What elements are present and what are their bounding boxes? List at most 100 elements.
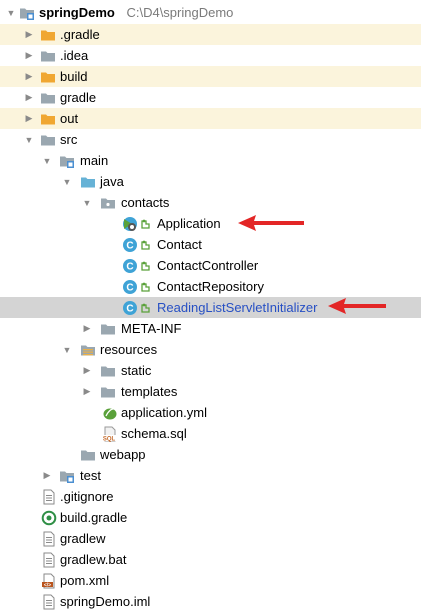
tree-row-gradlew-bat[interactable]: gradlew.bat [0, 549, 421, 570]
tree-row-test-dir[interactable]: ▶ test [0, 465, 421, 486]
folder-icon [80, 447, 96, 463]
tree-row-app-yml[interactable]: application.yml [0, 402, 421, 423]
project-path: C:\D4\springDemo [126, 5, 234, 20]
tree-label: static [121, 363, 152, 378]
java-class-icon [122, 279, 138, 295]
spring-boot-class-icon [122, 216, 138, 232]
chevron-right-icon[interactable]: ▶ [40, 465, 54, 486]
annotation-arrow-initializer [328, 298, 386, 314]
java-class-icon [122, 237, 138, 253]
tree-label: templates [121, 384, 178, 399]
tree-label: schema.sql [121, 426, 187, 441]
project-name: springDemo [39, 5, 115, 20]
folder-icon [100, 363, 116, 379]
text-file-icon [41, 552, 57, 568]
folder-icon [40, 27, 56, 43]
tree-label: .idea [60, 48, 89, 63]
tree-row-java-dir[interactable]: ▼ java [0, 171, 421, 192]
tree-row-repository-class[interactable]: ContactRepository [0, 276, 421, 297]
tree-row-src-dir[interactable]: ▼ src [0, 129, 421, 150]
tree-label: pom.xml [60, 573, 110, 588]
tree-label: contacts [121, 195, 170, 210]
tree-label: resources [100, 342, 158, 357]
tree-row-main-dir[interactable]: ▼ main [0, 150, 421, 171]
tree-label: java [100, 174, 124, 189]
chevron-down-icon[interactable]: ▼ [4, 2, 18, 23]
chevron-right-icon[interactable]: ▶ [80, 381, 94, 402]
tree-row-pom-xml[interactable]: pom.xml [0, 570, 421, 591]
maven-file-icon [41, 573, 57, 589]
resource-folder-icon [80, 342, 96, 358]
folder-icon [40, 90, 56, 106]
module-folder-icon [19, 5, 35, 21]
tree-row-out-dir[interactable]: ▶ out [0, 108, 421, 129]
folder-icon [40, 48, 56, 64]
tree-row-iml[interactable]: springDemo.iml [0, 591, 421, 612]
tree-row-project[interactable]: ▼ springDemo C:\D4\springDemo [0, 2, 421, 23]
tree-label: test [80, 468, 101, 483]
chevron-down-icon[interactable]: ▼ [60, 171, 74, 192]
tree-row-gradle-dir[interactable]: ▶ .gradle [0, 24, 421, 45]
chevron-down-icon[interactable]: ▼ [40, 150, 54, 171]
tree-label: out [60, 111, 79, 126]
folder-icon [100, 321, 116, 337]
tree-row-resources-dir[interactable]: ▼ resources [0, 339, 421, 360]
chevron-right-icon[interactable]: ▶ [22, 87, 36, 108]
tree-row-contacts-pkg[interactable]: ▼ contacts [0, 192, 421, 213]
project-tree: ▼ springDemo C:\D4\springDemo ▶ .gradle … [0, 0, 421, 615]
tree-label: build [60, 69, 88, 84]
tree-row-controller-class[interactable]: ContactController [0, 255, 421, 276]
tree-row-application-class[interactable]: Application [0, 213, 421, 234]
spring-bean-badge-icon [141, 281, 151, 292]
spring-bean-badge-icon [141, 218, 151, 229]
tree-label: .gitignore [60, 489, 114, 504]
java-class-icon [122, 258, 138, 274]
tree-label: webapp [100, 447, 146, 462]
chevron-right-icon[interactable]: ▶ [22, 108, 36, 129]
module-folder-icon [59, 468, 75, 484]
chevron-right-icon[interactable]: ▶ [80, 360, 94, 381]
tree-row-gitignore[interactable]: .gitignore [0, 486, 421, 507]
tree-label: ContactController [157, 258, 259, 273]
chevron-down-icon[interactable]: ▼ [22, 129, 36, 150]
text-file-icon [41, 489, 57, 505]
chevron-down-icon[interactable]: ▼ [80, 192, 94, 213]
tree-label: gradle [60, 90, 97, 105]
tree-row-webapp-dir[interactable]: webapp [0, 444, 421, 465]
tree-label: ContactRepository [157, 279, 264, 294]
chevron-right-icon[interactable]: ▶ [80, 318, 94, 339]
tree-label: application.yml [121, 405, 207, 420]
tree-row-build-gradle[interactable]: build.gradle [0, 507, 421, 528]
tree-row-schema-sql[interactable]: schema.sql [0, 423, 421, 444]
chevron-right-icon[interactable]: ▶ [22, 45, 36, 66]
folder-icon [100, 384, 116, 400]
tree-row-idea-dir[interactable]: ▶ .idea [0, 45, 421, 66]
tree-label: src [60, 132, 78, 147]
text-file-icon [41, 594, 57, 610]
spring-bean-badge-icon [141, 260, 151, 271]
spring-bean-badge-icon [141, 239, 151, 250]
chevron-down-icon[interactable]: ▼ [60, 339, 74, 360]
tree-label: springDemo.iml [60, 594, 151, 609]
tree-label: .gradle [60, 27, 100, 42]
tree-row-build-dir[interactable]: ▶ build [0, 66, 421, 87]
java-class-icon [122, 300, 138, 316]
tree-label: Contact [157, 237, 202, 252]
tree-row-gradle-folder[interactable]: ▶ gradle [0, 87, 421, 108]
tree-label: gradlew.bat [60, 552, 127, 567]
module-folder-icon [59, 153, 75, 169]
tree-row-gradlew[interactable]: gradlew [0, 528, 421, 549]
tree-row-templates-dir[interactable]: ▶ templates [0, 381, 421, 402]
tree-row-static-dir[interactable]: ▶ static [0, 360, 421, 381]
tree-row-metainf-dir[interactable]: ▶ META-INF [0, 318, 421, 339]
source-folder-icon [80, 174, 96, 190]
annotation-arrow-application [238, 215, 304, 231]
spring-bean-badge-icon [141, 302, 151, 313]
tree-label: gradlew [60, 531, 106, 546]
package-icon [100, 195, 116, 211]
chevron-right-icon[interactable]: ▶ [22, 24, 36, 45]
chevron-right-icon[interactable]: ▶ [22, 66, 36, 87]
folder-icon [40, 132, 56, 148]
tree-row-contact-class[interactable]: Contact [0, 234, 421, 255]
tree-label: META-INF [121, 321, 182, 336]
